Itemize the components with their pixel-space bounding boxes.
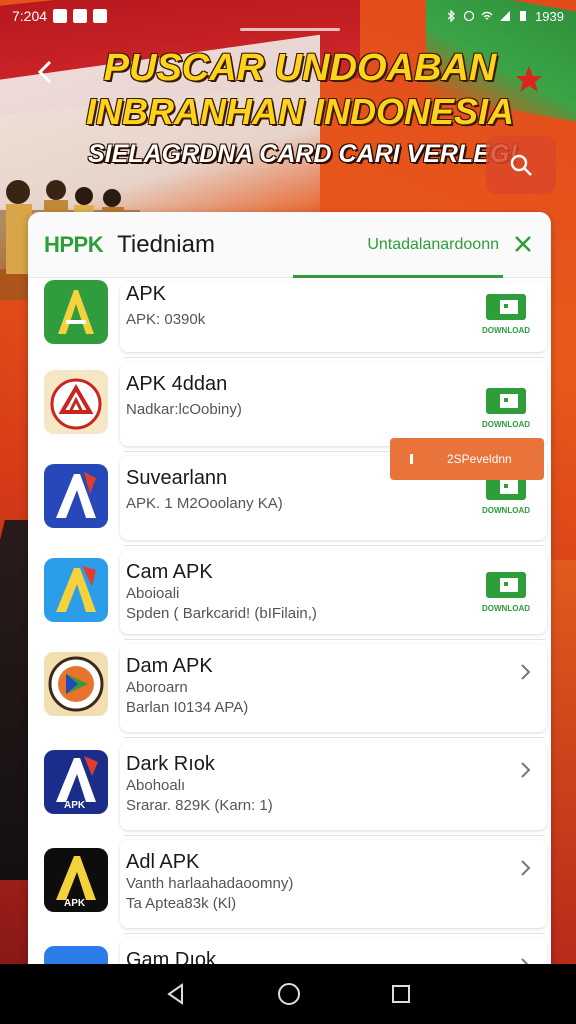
- list-item[interactable]: Cam APK Aboioali Spden ( Barkcarid! (bIF…: [28, 546, 551, 640]
- app-subtitle: Abohoalı: [126, 777, 186, 794]
- app-subtitle: Aboioali: [126, 585, 180, 602]
- list-item[interactable]: Dam APK Aboroarn Barlan I0134 APA): [28, 640, 551, 738]
- status-right-text: 1939: [535, 8, 564, 24]
- download-label: DOWNLOAD: [482, 604, 530, 613]
- wifi-icon: [481, 11, 493, 20]
- blue-a-icon: [44, 464, 108, 528]
- app-title: APK: [126, 283, 167, 305]
- black-a-icon: APK: [44, 848, 108, 912]
- app-detail: Barlan I0134 APA): [126, 699, 249, 716]
- search-icon: [510, 154, 532, 176]
- panel-header: HPPK Tiedniam Untadalanardoonn: [28, 212, 551, 278]
- panel-title: Tiedniam: [117, 230, 215, 258]
- app-subtitle: Vanth harlaahadaoomny): [126, 875, 294, 892]
- app-notification-icon: [93, 9, 108, 23]
- app-title: Cam APK: [126, 561, 213, 583]
- navy-a-icon: APK: [44, 750, 108, 814]
- app-list: APK APK: 0390k DOWNLOAD APK 4ddan Nadkar…: [28, 278, 551, 972]
- app-detail: Srarar. 829K (Karn: 1): [126, 797, 273, 814]
- app-subtitle: APK: 0390k: [126, 311, 206, 328]
- app-subtitle: Nadkar:lcOobiny): [126, 401, 242, 418]
- app-list-panel: HPPK Tiedniam Untadalanardoonn APK APK: …: [28, 212, 551, 972]
- battery-icon: [520, 11, 527, 21]
- download-label: DOWNLOAD: [482, 326, 530, 335]
- close-icon[interactable]: [511, 232, 535, 256]
- toast-label: 2SPeveldnn: [447, 452, 512, 466]
- search-button[interactable]: [486, 136, 556, 194]
- bluetooth-icon: [447, 10, 456, 22]
- download-label: DOWNLOAD: [482, 506, 530, 515]
- app-title: Dam APK: [126, 655, 213, 677]
- green-a-icon: [44, 280, 108, 344]
- chevron-right-icon[interactable]: [519, 760, 533, 780]
- red-triangle-icon: [44, 370, 108, 434]
- chevron-right-icon[interactable]: [519, 858, 533, 878]
- navigation-bar: [0, 964, 576, 1024]
- back-nav-icon[interactable]: [164, 982, 188, 1006]
- svg-text:APK: APK: [64, 898, 86, 909]
- headline-line-2: INBRANHAN INDONESIA: [85, 91, 514, 132]
- mail-icon: [73, 9, 88, 23]
- download-button[interactable]: DOWNLOAD: [481, 384, 531, 440]
- list-item[interactable]: APK Dark Rıok Abohoalı Srarar. 829K (Kar…: [28, 738, 551, 836]
- tab-active[interactable]: Untadalanardoonn: [367, 236, 535, 254]
- back-button[interactable]: [30, 56, 62, 88]
- list-item[interactable]: APK Adl APK Vanth harlaahadaoomny) Ta Ap…: [28, 836, 551, 934]
- floating-action-toast[interactable]: 2SPeveldnn: [390, 438, 544, 480]
- app-subtitle: APK. 1 M2Ooolany KA): [126, 495, 283, 512]
- back-arrow-icon: [37, 60, 52, 84]
- list-item[interactable]: APK APK: 0390k DOWNLOAD: [28, 278, 551, 358]
- app-title: APK 4ddan: [126, 373, 228, 395]
- download-label: DOWNLOAD: [482, 420, 530, 429]
- headline-line-1: PUSCAR UNDOABAN: [103, 47, 497, 89]
- download-icon: [486, 294, 526, 320]
- alarm-icon: [463, 10, 475, 22]
- headline-line-3: SIELAGRDNA CARD CARI VERLEG!: [88, 140, 518, 168]
- app-detail: Ta Aptea83k (Kl): [126, 895, 237, 912]
- emblem-icon: [516, 66, 542, 92]
- svg-text:APK: APK: [64, 800, 86, 811]
- lightblue-a-icon: [44, 558, 108, 622]
- download-icon: [486, 388, 526, 414]
- notification-icon: [53, 9, 68, 23]
- app-subtitle: Aboroarn: [126, 679, 188, 696]
- drag-handle[interactable]: [240, 28, 340, 31]
- download-icon: [486, 572, 526, 598]
- panel-logo: HPPK: [44, 231, 104, 257]
- app-title: Dark Rıok: [126, 753, 215, 775]
- recents-nav-icon[interactable]: [390, 983, 412, 1005]
- status-time: 7:204: [12, 8, 48, 24]
- chevron-right-icon[interactable]: [519, 662, 533, 682]
- toast-marker: [410, 454, 413, 464]
- app-title: Suvearlann: [126, 467, 228, 489]
- banner-headline: PUSCAR UNDOABAN INBRANHAN INDONESIA: [80, 46, 520, 134]
- download-button[interactable]: DOWNLOAD: [481, 568, 531, 624]
- app-title: Adl APK: [126, 851, 200, 873]
- app-detail: Spden ( Barkcarid! (bIFilain,): [126, 605, 317, 622]
- signal-icon: [500, 11, 511, 21]
- circle-badge-icon: [44, 652, 108, 716]
- download-button[interactable]: DOWNLOAD: [481, 290, 531, 346]
- home-nav-icon[interactable]: [276, 981, 302, 1007]
